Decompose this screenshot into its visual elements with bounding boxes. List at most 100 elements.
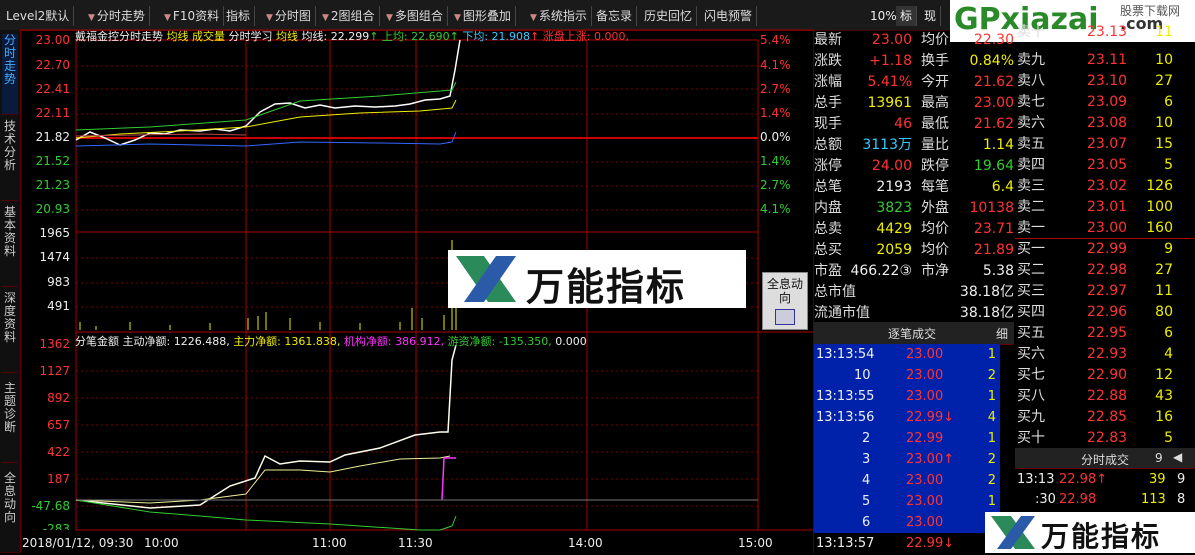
pct-tick: 2.7% — [760, 82, 791, 96]
book-row: 卖二 23.01 100 — [1017, 199, 1173, 215]
pct-tick: 1.4% — [760, 154, 791, 168]
fund-tick: 1127 — [39, 364, 70, 378]
trade-row: 4 23.00 2 — [814, 470, 1000, 491]
fund-title: 分笔金额 — [75, 335, 119, 348]
book-row: 买八 22.88 43 — [1017, 388, 1173, 404]
minute-trades-header: 分时成交 9 ◀ — [1015, 448, 1195, 469]
price-chart-header: 戴福金控分时走势 均线 成交量 分时学习 均线 均线: 22.299 ↑ 上均: … — [75, 28, 629, 43]
fund-tick: 1362 — [39, 337, 70, 351]
quote-row: 总卖 4429 均价 23.71 — [814, 221, 1014, 237]
book-row: 卖三 23.02 126 — [1017, 178, 1173, 194]
quote-row: 总额 3113万 量比 1.14 — [814, 137, 1014, 153]
up-arrow-icon: ↑ — [530, 30, 540, 43]
quote-row: 现手 46 最低 21.62 — [814, 116, 1014, 132]
quote-row: 总买 2059 均价 21.89 — [814, 242, 1014, 258]
trades-title: 逐笔成交 — [888, 327, 937, 341]
trades-panel: 逐笔成交 细 13:13:54 23.00 1 10 23.00 2 13:13:55 2… — [814, 322, 1014, 554]
volume-label[interactable]: 成交量 — [192, 30, 225, 43]
book-row: 买七 22.90 12 — [1017, 367, 1173, 383]
trade-row: 13:13:56 22.99↓ 4 — [814, 407, 1000, 428]
chart-title: 戴福金控分时走势 — [75, 30, 163, 43]
book-row: 卖九 23.11 10 — [1017, 52, 1173, 68]
book-row: 买一 22.99 9 — [1017, 241, 1173, 257]
quote-row: 涨幅 5.41% 今开 21.62 — [814, 74, 1014, 90]
book-row: 买四 22.96 80 — [1017, 304, 1173, 320]
main-active: 主动净额: 1226.488, — [122, 335, 230, 348]
trade-row: 13:13:54 23.00 1 — [814, 344, 1000, 365]
price-tick: 21.82 — [35, 130, 70, 144]
book-row: 卖十 23.13 11 — [1017, 24, 1173, 40]
toolbar-biao[interactable]: 标 — [896, 6, 918, 26]
price-line — [75, 39, 461, 146]
book-row: 买五 22.95 6 — [1017, 325, 1173, 341]
quote-row: 涨跌 +1.18 换手 0.84% — [814, 53, 1014, 69]
book-row: 卖五 23.07 15 — [1017, 136, 1173, 152]
quote-row: 最新 23.00 均价 22.30 — [814, 32, 1014, 48]
avg-value: 均线: 22.299 — [301, 30, 370, 43]
price-tick: 22.70 — [35, 58, 70, 72]
page-number: 9 — [1155, 451, 1163, 465]
up-arrow-icon: ↑ — [449, 30, 459, 43]
price-tick: 22.11 — [35, 106, 70, 120]
holo-news-button[interactable]: 全息动向 — [762, 272, 808, 330]
chevron-left-icon[interactable]: ◀ — [1173, 450, 1182, 464]
avg-title: 均线 — [276, 30, 298, 43]
trade-row: 13:13:55 23.00 1 — [814, 386, 1000, 407]
minute-trade-row: :30 22.98 113 8 — [1035, 492, 1186, 507]
institution: 机构净额: 386.912, — [343, 335, 445, 348]
fund-tick: 657 — [47, 418, 70, 432]
fund-retail — [75, 499, 457, 531]
fund-chart-header: 分笔金额 主动净额: 1226.488, 主力净额: 1361.838, 机构净… — [75, 333, 587, 348]
volume-tick: 1474 — [39, 250, 70, 264]
trade-row: 5 23.00 1 — [814, 491, 1000, 512]
fund-tick: -47.68 — [31, 499, 70, 513]
order-book: 卖十 23.13 11 卖九 23.11 10 卖八 23.10 27 卖七 23.09 6 卖… — [1015, 24, 1195, 450]
volume-bars — [79, 240, 457, 330]
fund-main-active — [75, 344, 457, 509]
ad-text: 万能指标 — [526, 265, 687, 309]
trade-row: 10 23.00 2 — [814, 365, 1000, 386]
price-tick: 21.52 — [35, 154, 70, 168]
volume-tick: 983 — [47, 275, 70, 289]
price-tick: 20.93 — [35, 202, 70, 216]
quote-row: 总市值 38.18亿 — [814, 284, 1014, 300]
junxian-label[interactable]: 均线 — [167, 30, 189, 43]
trade-row: 13:13:57 22.99↓ — [814, 533, 1000, 554]
fund-tick: 187 — [47, 472, 70, 486]
pct-tick: 0.0% — [760, 130, 791, 144]
price-tick: 23.00 — [35, 33, 70, 47]
minute-trade-row: 13:13 22.98↑ 39 9 — [1017, 472, 1186, 487]
book-row: 买六 22.93 4 — [1017, 346, 1173, 362]
pct-tick: 4.1% — [760, 202, 791, 216]
book-row: 卖七 23.09 6 — [1017, 94, 1173, 110]
logo-icon — [991, 516, 1035, 549]
logo-icon — [456, 256, 516, 302]
trades-detail-button[interactable]: 细 — [996, 325, 1008, 342]
book-row: 买三 22.97 11 — [1017, 283, 1173, 299]
toolbar-xian[interactable]: 现 — [920, 6, 942, 26]
x-tick: 10:00 — [144, 536, 179, 550]
learn-label[interactable]: 分时学习 — [229, 30, 273, 43]
x-tick: 11:30 — [398, 536, 433, 550]
book-row: 卖四 23.05 5 — [1017, 157, 1173, 173]
quote-row: 流通市值 38.18亿 — [814, 305, 1014, 321]
price-tick: 21.23 — [35, 178, 70, 192]
ad-banner: 万能指标 — [448, 250, 746, 309]
ad-banner-bottom: 万能指标 — [985, 512, 1195, 553]
quote-row: 涨停 24.00 跌停 19.64 — [814, 158, 1014, 174]
rise-value: 涨盘上涨: 0.000, — [542, 30, 629, 43]
book-row: 买二 22.98 27 — [1017, 262, 1173, 278]
quote-panel: 最新 23.00 均价 22.30 涨跌 +1.18 换手 0.84% 涨幅 5.41% 今开 2… — [814, 30, 1014, 322]
chart-icon — [775, 309, 795, 325]
up-avg-value: 上均: 22.690 — [381, 30, 450, 43]
trade-row: 6 23.00 — [814, 512, 1000, 533]
quote-row: 内盘 3823 外盘 10138 — [814, 200, 1014, 216]
fund-tick: 892 — [47, 391, 70, 405]
watermark-tag: 股票下载网 — [1120, 4, 1181, 18]
pct-tick: 5.4% — [760, 33, 791, 47]
book-row: 卖一 23.00 160 — [1017, 220, 1173, 236]
book-row: 买十 22.83 5 — [1017, 430, 1173, 446]
pct-tick: 2.7% — [760, 178, 791, 192]
pct-tick: 1.4% — [760, 106, 791, 120]
book-row: 卖八 23.10 27 — [1017, 73, 1173, 89]
